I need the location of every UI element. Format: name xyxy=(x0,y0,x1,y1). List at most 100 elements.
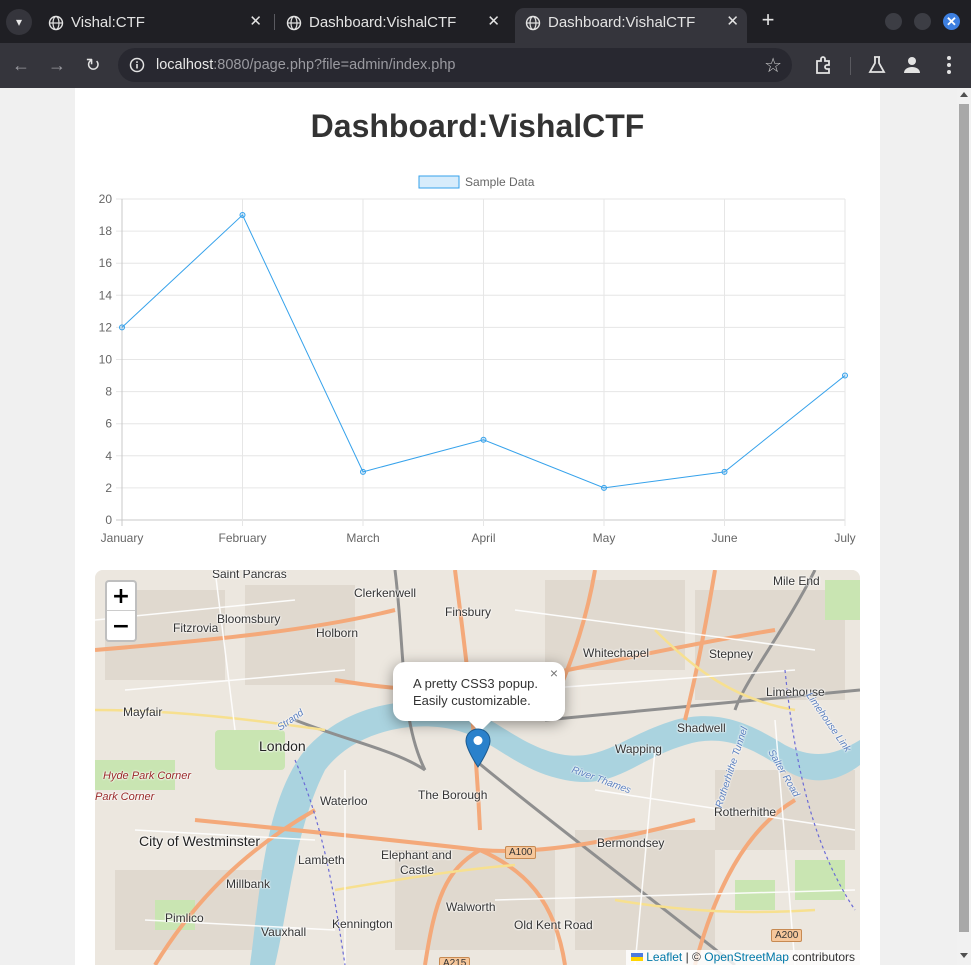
x-tick-label: April xyxy=(471,531,495,545)
legend-swatch xyxy=(418,175,460,189)
globe-icon xyxy=(525,15,541,31)
data-point xyxy=(360,468,366,475)
forward-arrow-icon[interactable]: → xyxy=(45,53,69,77)
popup-content: A pretty CSS3 popup. Easily customizable… xyxy=(413,675,553,709)
map-popup: A pretty CSS3 popup. Easily customizable… xyxy=(393,662,565,721)
tab-search-button[interactable]: ▾ xyxy=(6,9,32,35)
map-label: Lambeth xyxy=(298,853,345,867)
y-tick-label: 6 xyxy=(105,417,112,431)
data-point xyxy=(480,436,487,443)
x-tick-label: July xyxy=(834,531,855,545)
line-chart: 0 2 4 6 8 10 12 14 16 18 20 January February March Apr… xyxy=(99,175,856,545)
dashboard-container: Dashboard:VishalCTF 0 2 4 6 8 10 12 14 16 18 20 Jan… xyxy=(75,88,880,965)
y-tick-label: 16 xyxy=(99,256,113,270)
tab-dashboard[interactable]: Dashboard:VishalCTF ✕ xyxy=(276,8,508,38)
tab-title: Dashboard:VishalCTF xyxy=(548,14,696,31)
close-icon[interactable]: ✕ xyxy=(487,12,500,30)
popup-line: Easily customizable. xyxy=(413,693,531,708)
scrollbar-thumb[interactable] xyxy=(959,104,969,932)
zoom-in-button[interactable]: + xyxy=(107,582,135,611)
map-label: Mile End xyxy=(773,574,820,588)
ukraine-flag-icon xyxy=(631,953,644,961)
x-tick-label: February xyxy=(218,531,266,545)
globe-icon xyxy=(48,15,64,31)
road-shield: A200 xyxy=(771,929,803,942)
reload-icon[interactable]: ↻ xyxy=(81,53,105,77)
scroll-down-arrow-icon[interactable] xyxy=(960,953,968,958)
legend-label: Sample Data xyxy=(465,175,535,189)
map-label: Holborn xyxy=(316,626,359,640)
back-arrow-icon[interactable]: ← xyxy=(9,53,33,77)
map-label: Whitechapel xyxy=(583,646,650,660)
map-label: Walworth xyxy=(446,900,496,914)
browser-toolbar: ← → ↻ localhost:8080/page.php?file=admin… xyxy=(0,43,971,88)
map-label: Pimlico xyxy=(165,911,204,925)
map-label: Saint Pancras xyxy=(212,570,287,581)
map-label: Park Corner xyxy=(95,791,155,803)
zoom-out-button[interactable]: − xyxy=(107,612,135,641)
map-label: Old Kent Road xyxy=(514,918,593,932)
data-point xyxy=(842,372,848,379)
page-viewport: Dashboard:VishalCTF 0 2 4 6 8 10 12 14 16 18 20 Jan… xyxy=(0,88,957,965)
map-label: Mayfair xyxy=(123,705,163,719)
maximize-button[interactable] xyxy=(914,13,931,30)
map-label: Castle xyxy=(400,863,435,877)
profile-avatar-icon[interactable] xyxy=(900,53,924,77)
map-label: Millbank xyxy=(226,877,271,891)
road-shield: A215 xyxy=(439,957,471,965)
close-icon[interactable]: ✕ xyxy=(249,12,262,30)
site-info-icon[interactable] xyxy=(129,57,145,73)
map-label: Bloomsbury xyxy=(217,612,281,626)
x-tick-label: January xyxy=(101,531,144,545)
attribution-contributors: contributors xyxy=(792,950,855,964)
map-label: Vauxhall xyxy=(261,925,307,939)
data-point xyxy=(721,468,728,475)
y-tick-label: 8 xyxy=(105,385,112,399)
window-close-button[interactable]: ✕ xyxy=(943,13,960,30)
extensions-puzzle-icon[interactable] xyxy=(812,53,836,77)
tab-title: Dashboard:VishalCTF xyxy=(309,14,457,31)
tab-strip: ▾ Vishal:CTF ✕ Dashboard:VishalCTF ✕ Das… xyxy=(0,0,971,43)
map-label: Fitzrovia xyxy=(173,621,219,635)
osm-link[interactable]: OpenStreetMap xyxy=(704,950,789,964)
kebab-menu-icon[interactable] xyxy=(937,53,961,77)
y-tick-label: 14 xyxy=(99,288,113,302)
popup-line: A pretty CSS3 popup. xyxy=(413,676,539,691)
tab-title: Vishal:CTF xyxy=(71,14,145,31)
map[interactable]: Saint Pancras Clerkenwell Mile End Fitzr… xyxy=(95,570,860,965)
data-point xyxy=(239,212,246,219)
bookmark-star-icon[interactable]: ☆ xyxy=(764,53,782,78)
attribution-separator: | © xyxy=(685,950,701,964)
tab-dashboard-active[interactable]: Dashboard:VishalCTF ✕ xyxy=(515,8,747,43)
y-tick-label: 18 xyxy=(99,224,113,238)
map-label: Wapping xyxy=(615,742,662,756)
minimize-button[interactable] xyxy=(885,13,902,30)
y-tick-label: 0 xyxy=(105,513,112,527)
tab-vishal-ctf[interactable]: Vishal:CTF ✕ xyxy=(38,8,270,38)
y-tick-label: 12 xyxy=(99,320,113,334)
vertical-scrollbar[interactable] xyxy=(957,88,971,965)
map-label: Shadwell xyxy=(677,721,726,735)
address-bar[interactable]: localhost:8080/page.php?file=admin/index… xyxy=(118,48,792,82)
data-point xyxy=(601,484,607,491)
x-tick-label: May xyxy=(593,531,616,545)
map-label: Kennington xyxy=(332,917,393,931)
url-text: localhost:8080/page.php?file=admin/index… xyxy=(156,57,456,73)
y-tick-label: 10 xyxy=(99,353,113,367)
map-label: Bermondsey xyxy=(597,836,665,850)
map-pin-icon[interactable] xyxy=(465,728,491,768)
data-point xyxy=(119,324,125,331)
scroll-up-arrow-icon[interactable] xyxy=(960,92,968,97)
url-host: localhost xyxy=(156,57,214,73)
flask-labs-icon[interactable] xyxy=(865,53,889,77)
y-tick-label: 4 xyxy=(105,449,112,463)
new-tab-button[interactable]: + xyxy=(757,9,779,33)
toolbar-divider xyxy=(850,57,851,75)
zoom-control: + − xyxy=(105,580,137,642)
leaflet-link[interactable]: Leaflet xyxy=(646,950,682,964)
map-label: London xyxy=(259,738,306,754)
popup-close-icon[interactable]: × xyxy=(550,665,558,681)
tab-divider xyxy=(274,14,275,30)
close-icon[interactable]: ✕ xyxy=(726,12,739,30)
map-label: Finsbury xyxy=(445,605,492,619)
